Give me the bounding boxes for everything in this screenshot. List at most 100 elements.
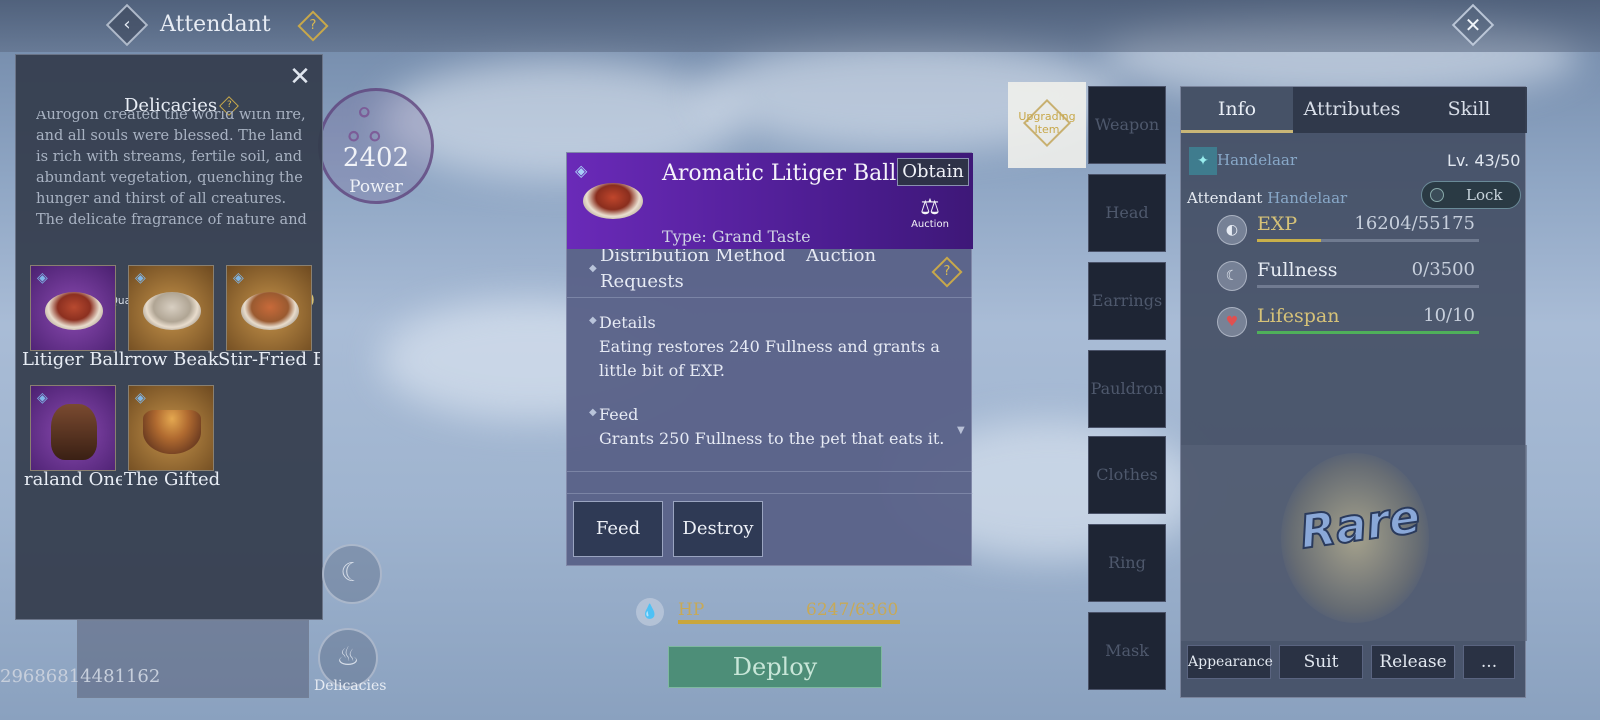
class-icon: ✦ (1189, 147, 1217, 175)
destroy-button[interactable]: Destroy (673, 501, 763, 557)
quality-badge-icon: ◈ (575, 161, 588, 180)
close-icon: ✕ (1464, 13, 1482, 37)
slot-clothes[interactable]: Clothes (1088, 436, 1166, 514)
item-label: The Gifted (124, 469, 221, 490)
hp-value: 6247/6360 (806, 600, 899, 620)
bullet-icon: ◆ (589, 315, 597, 326)
distribution-label: Distribution Method (600, 249, 786, 266)
feed-round-button[interactable]: ☾ (322, 544, 382, 604)
hp-bar (678, 620, 900, 624)
divider (567, 297, 973, 298)
item-label: rrow Beak (124, 349, 219, 370)
power-value: 2402 (342, 143, 410, 173)
back-button[interactable]: ‹ (105, 3, 149, 47)
fullness-icon: ☾ (1217, 261, 1247, 291)
popup-body-scroll[interactable]: ◆ Distribution Method Auction Requests ?… (567, 249, 973, 449)
delicacy-item[interactable]: ◈ (128, 265, 214, 351)
help-icon[interactable]: ? (931, 256, 963, 288)
lore-text: Aurogon created the world with fire, and… (36, 111, 307, 228)
hp-label: HP (678, 600, 705, 620)
exp-bar (1257, 239, 1479, 242)
lifespan-value: 10/10 (1423, 305, 1475, 326)
toggle-knob-icon (1430, 188, 1444, 202)
item-title: Aromatic Litiger Ball (662, 161, 897, 186)
food-icon: ☾ (340, 558, 364, 588)
item-label: Litiger Ball (22, 349, 125, 370)
divider (567, 493, 973, 494)
auction-icon: ⚖ (920, 195, 940, 220)
upgrade-label: Upgrading Item (1018, 110, 1076, 136)
distribution-value-2: Requests (600, 271, 684, 292)
delicacy-item[interactable]: ◈ (226, 265, 312, 351)
delicacy-item[interactable]: ◈ (30, 265, 116, 351)
hp-drop-icon: 💧 (636, 598, 664, 626)
slot-earrings[interactable]: Earrings (1088, 262, 1166, 340)
distribution-value: Auction (806, 249, 877, 266)
deploy-button[interactable]: Deploy (668, 646, 882, 688)
exp-value: 16204/55175 (1354, 213, 1475, 234)
heart-icon: ♥ (1217, 307, 1247, 337)
quality-badge-icon: ◈ (37, 270, 48, 286)
obtain-button[interactable]: Obtain (897, 158, 969, 186)
delicacy-item[interactable]: ◈ (30, 385, 116, 471)
fullness-bar (1257, 285, 1479, 288)
exp-bar-fill (1257, 239, 1322, 242)
tab-skill[interactable]: Skill (1411, 87, 1527, 133)
tab-info[interactable]: Info (1181, 87, 1293, 133)
more-button[interactable]: ... (1463, 645, 1515, 679)
details-title: Details (599, 313, 656, 332)
bullet-icon: ◆ (589, 407, 597, 418)
food-icon (241, 292, 299, 330)
feed-text: Grants 250 Fullness to the pet that eats… (599, 429, 945, 448)
appearance-button[interactable]: Appearance (1187, 645, 1273, 679)
lock-toggle[interactable]: Lock (1421, 181, 1521, 209)
drink-icon (51, 404, 97, 460)
item-detail-popup: ◈ Aromatic Litiger Ball Obtain ⚖ Auction… (566, 152, 973, 566)
exp-icon: ◐ (1217, 215, 1247, 245)
fullness-value: 0/3500 (1411, 259, 1475, 280)
fullness-label: Fullness (1257, 259, 1338, 281)
quality-badge-icon: ◈ (135, 390, 146, 406)
upgrade-item-slot[interactable]: Upgrading Item (1008, 82, 1086, 168)
food-icon (143, 292, 201, 330)
help-icon[interactable]: ? (297, 10, 329, 42)
level: Lv. 43/50 (1447, 151, 1521, 170)
panel-close-icon[interactable]: ✕ (284, 61, 316, 93)
slot-ring[interactable]: Ring (1088, 524, 1166, 602)
delicacies-icon: ♨ (336, 642, 360, 672)
pet-name: Handelaar (1217, 151, 1298, 169)
close-button[interactable]: ✕ (1451, 3, 1495, 47)
slot-head[interactable]: Head (1088, 174, 1166, 252)
suit-button[interactable]: Suit (1279, 645, 1363, 679)
delicacy-item[interactable]: ◈ (128, 385, 214, 471)
player-uid: 29686814481162 (0, 666, 161, 687)
release-button[interactable]: Release (1371, 645, 1455, 679)
slot-mask[interactable]: Mask (1088, 612, 1166, 690)
lore-text-scroll[interactable]: Aurogon created the world with fire, and… (36, 111, 314, 283)
feed-button[interactable]: Feed (573, 501, 663, 557)
scroll-down-icon[interactable]: ▼ (957, 425, 965, 436)
slot-pauldron[interactable]: Pauldron (1088, 350, 1166, 428)
slot-weapon[interactable]: Weapon (1088, 86, 1166, 164)
attendant-info-panel: Info Attributes Skill ✦ Handelaar Lv. 43… (1180, 86, 1527, 698)
food-icon (143, 410, 201, 454)
lifespan-bar (1257, 331, 1479, 334)
rarity-display: Rare (1181, 445, 1527, 641)
delicacies-label: Delicacies (314, 678, 387, 694)
food-icon (583, 183, 643, 219)
feed-title: Feed (599, 405, 639, 424)
quality-badge-icon: ◈ (135, 270, 146, 286)
popup-header: ◈ Aromatic Litiger Ball Obtain ⚖ Auction… (567, 153, 973, 249)
item-label: raland One (24, 469, 122, 490)
power-label: Power (349, 177, 403, 197)
item-label: Stir-Fried B (218, 349, 320, 370)
auction-button[interactable]: ⚖ Auction (911, 195, 949, 231)
tab-bar: Info Attributes Skill (1181, 87, 1527, 133)
tab-attributes[interactable]: Attributes (1293, 87, 1411, 133)
lifespan-label: Lifespan (1257, 305, 1340, 327)
top-bar: ‹ Attendant ? ✕ (0, 0, 1600, 52)
food-icon (45, 292, 103, 330)
quality-badge-icon: ◈ (37, 390, 48, 406)
page-title: Attendant (160, 12, 271, 37)
details-text: Eating restores 240 Fullness and grants … (599, 337, 940, 380)
